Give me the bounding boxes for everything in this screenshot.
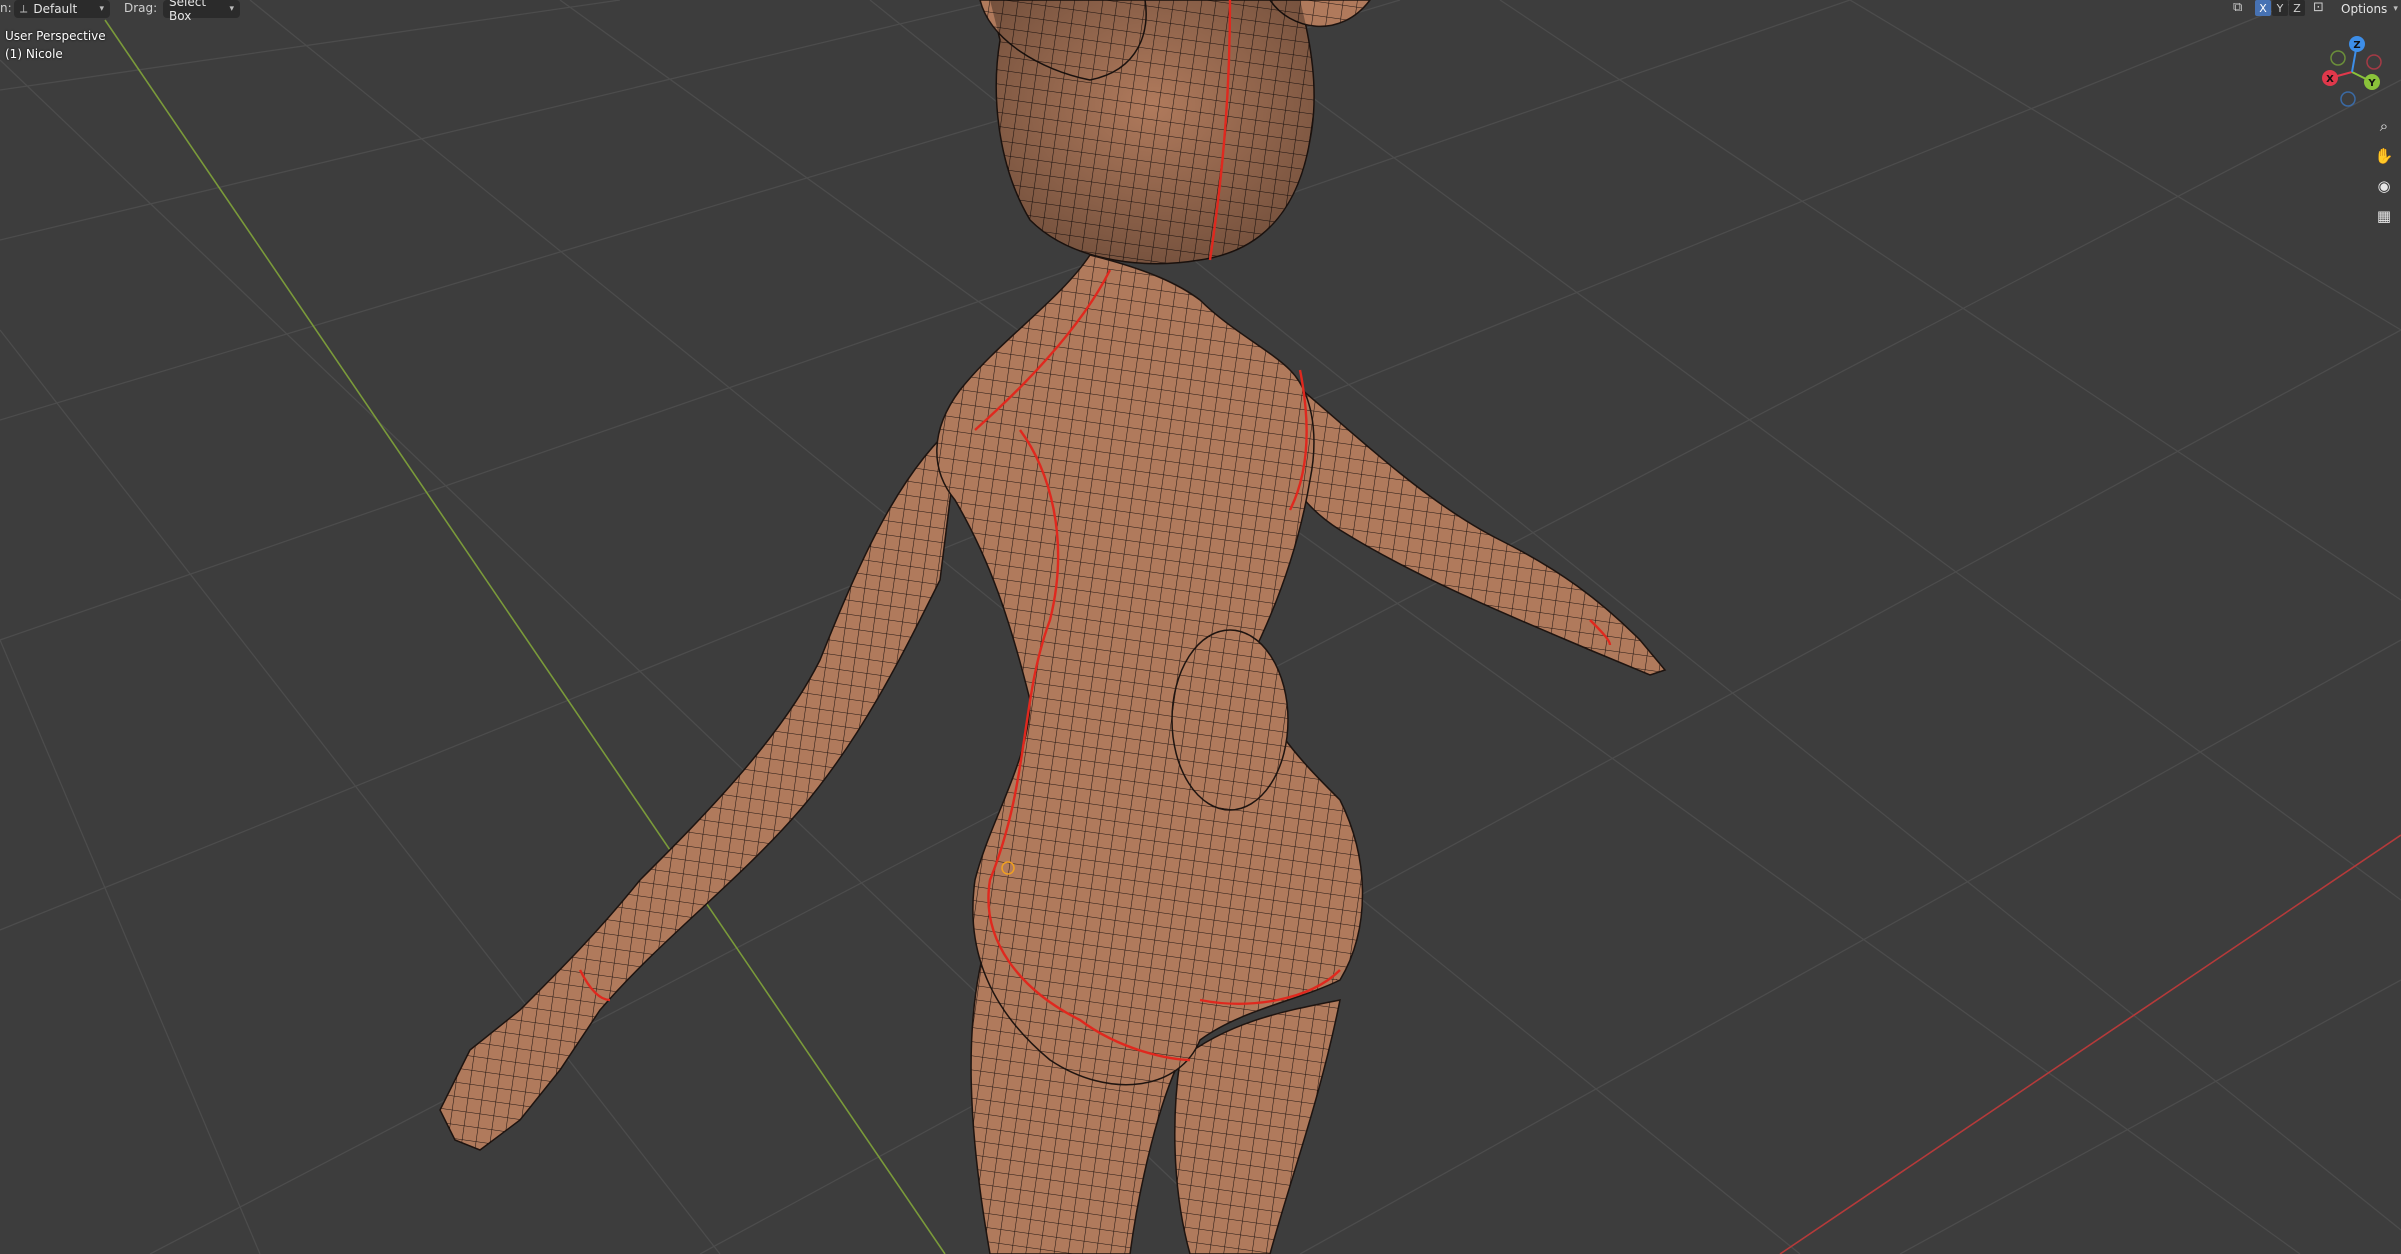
chevron-down-icon: ▾ xyxy=(99,4,104,14)
gizmo-z-label: Z xyxy=(2353,40,2360,51)
axis-toggle-y[interactable]: Y xyxy=(2272,0,2288,16)
options-dropdown[interactable]: Options ▾ xyxy=(2335,0,2401,18)
view-name: User Perspective xyxy=(5,29,106,43)
3d-viewport[interactable]: X Y Z xyxy=(0,0,2401,1254)
gizmo-y-negative xyxy=(2330,50,2346,66)
options-label: Options xyxy=(2341,2,2388,16)
axis-toggle-x[interactable]: X xyxy=(2255,0,2271,16)
x-axis-line xyxy=(1779,834,2401,1254)
mirror-icon[interactable]: ⧉ xyxy=(2233,0,2242,15)
gizmo-y-label: Y xyxy=(2367,78,2376,89)
character-mesh xyxy=(439,0,1667,1254)
drag-label: Drag: xyxy=(124,1,158,15)
sync-icon[interactable]: ⊡ xyxy=(2313,0,2324,15)
zoom-icon[interactable]: ⌕ xyxy=(2371,113,2397,139)
drag-select-dropdown[interactable]: Select Box ▾ xyxy=(163,0,240,23)
axis-toggle-z[interactable]: Z xyxy=(2289,0,2305,16)
viewport-scene: X Y Z xyxy=(0,0,2401,1254)
chevron-down-icon: ▾ xyxy=(2393,4,2398,14)
drag-select-value: Select Box xyxy=(169,0,207,23)
transform-orientation-dropdown[interactable]: ⟂ Default ▾ xyxy=(14,0,110,18)
gizmo-x-negative xyxy=(2366,54,2382,70)
orientation-prefix: n: xyxy=(0,1,12,15)
hand-pan-icon[interactable]: ✋ xyxy=(2371,143,2397,169)
gizmo-z-negative xyxy=(2340,91,2356,107)
transform-orientation-icon: ⟂ xyxy=(20,2,28,15)
transform-orientation-value: Default xyxy=(33,2,78,16)
grid-ortho-icon[interactable]: ▦ xyxy=(2371,203,2397,229)
chevron-down-icon: ▾ xyxy=(229,4,234,14)
camera-icon[interactable]: ◉ xyxy=(2371,173,2397,199)
active-object-name: (1) Nicole xyxy=(5,47,63,61)
gizmo-x-label: X xyxy=(2326,74,2334,85)
